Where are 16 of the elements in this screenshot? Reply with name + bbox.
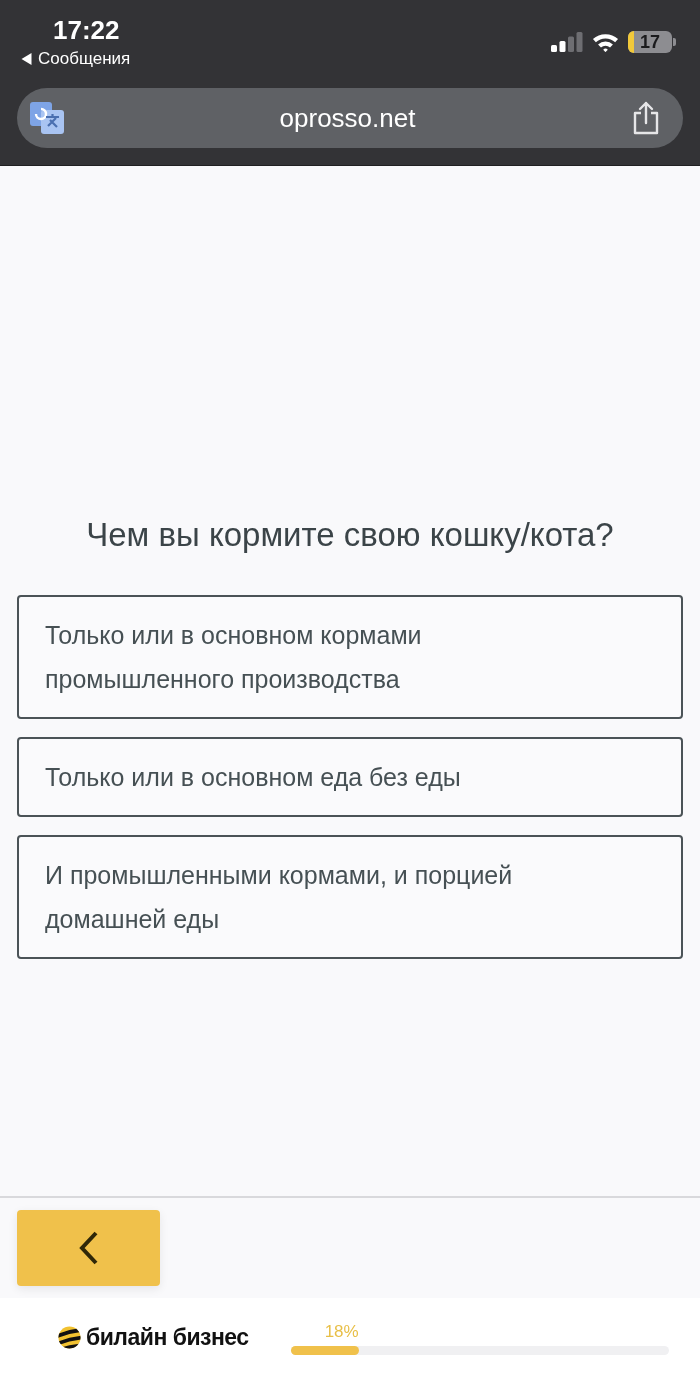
striped-ball-logo-icon [58, 1325, 81, 1349]
back-to-app-link[interactable]: Сообщения [21, 48, 131, 70]
question-title: Чем вы кормите свою кошку/кота? [85, 515, 615, 555]
address-bar[interactable]: oprosso.net [17, 88, 683, 148]
progress-percent: 18% [324, 1321, 359, 1342]
answer-option[interactable]: И промышленными кормами, и порцией домашней еды [17, 835, 683, 959]
caret-left-icon [21, 53, 32, 65]
answer-option[interactable]: Только или в основном еда без еды [17, 737, 683, 817]
signal-icon [551, 32, 583, 52]
chevron-left-icon [78, 1231, 99, 1265]
wifi-icon [592, 32, 619, 52]
share-icon[interactable] [631, 101, 661, 135]
answer-option[interactable]: Только или в основном кормами промышленного производства [17, 595, 683, 719]
translate-icon[interactable] [30, 102, 64, 134]
brand-name: билайн бизнес [86, 1323, 249, 1351]
status-time: 17:22 [53, 14, 120, 46]
